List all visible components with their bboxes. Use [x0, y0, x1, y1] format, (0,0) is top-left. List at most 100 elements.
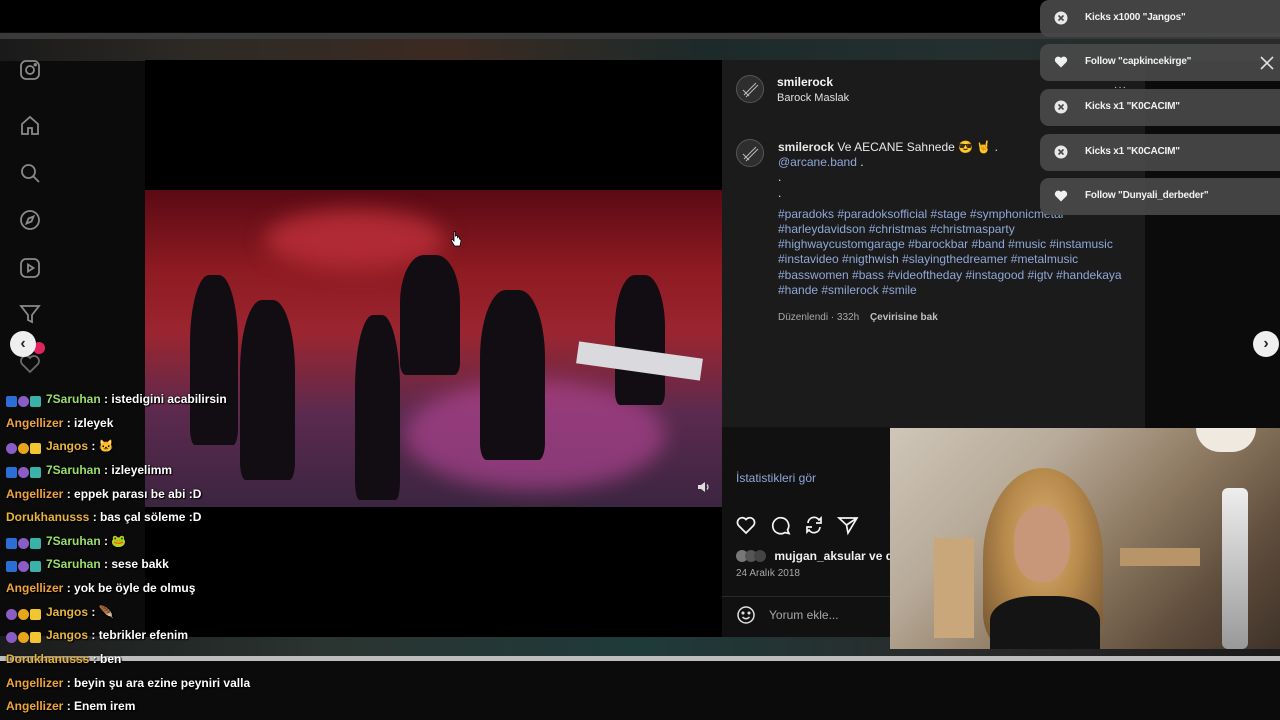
alert-text: Follow "Dunyali_derbeder": [1085, 190, 1209, 201]
author-subtitle[interactable]: Barock Maslak: [777, 92, 849, 104]
alert-text: Kicks x1 "K0CACIM": [1085, 101, 1180, 112]
likes-summary[interactable]: mujgan_aksular ve d: [736, 549, 893, 563]
chat-message: Jangos : tebrikler efenim: [6, 628, 188, 648]
notifications-icon[interactable]: [18, 302, 42, 326]
translate-link[interactable]: Çevirisine bak: [870, 312, 938, 323]
close-icon[interactable]: [1259, 55, 1275, 71]
chat-badges: [6, 536, 42, 550]
next-post-button[interactable]: ›: [1253, 331, 1279, 357]
chat-message: Angellizer : yok be öyle de olmuş: [6, 581, 196, 595]
chat-badges: [6, 607, 42, 621]
explore-icon[interactable]: [18, 208, 42, 232]
search-icon[interactable]: [18, 161, 42, 185]
chat-message: 7Saruhan : sese bakk: [6, 557, 169, 577]
heart-icon: [1054, 55, 1068, 69]
emoji-icon[interactable]: [736, 605, 756, 625]
streamer-webcam: [890, 428, 1280, 649]
chat-badges: [6, 441, 42, 455]
chat-message: Dorukhanusss : bas çal söleme :D: [6, 510, 202, 524]
hashtag-list[interactable]: #paradoks #paradoksofficial #stage #symp…: [778, 207, 1123, 298]
chat-text: tebrikler efenim: [98, 628, 189, 642]
chat-username[interactable]: Jangos: [46, 605, 88, 619]
instagram-icon[interactable]: [18, 58, 42, 82]
chat-badges: [6, 394, 42, 408]
chat-text: beyin şu ara ezine peyniri valla: [74, 676, 251, 690]
chat-username[interactable]: 7Saruhan: [46, 463, 101, 477]
likes-text: mujgan_aksular ve d: [774, 549, 894, 563]
caption-avatar[interactable]: [736, 139, 764, 167]
chat-message: 7Saruhan : izleyelimm: [6, 463, 172, 483]
chat-message: Angellizer : eppek parası be abi :D: [6, 487, 202, 501]
volume-icon[interactable]: [696, 479, 712, 495]
chat-message: Dorukhanusss : ben: [6, 652, 122, 666]
chat-message: 7Saruhan : 🐸: [6, 534, 126, 554]
alert-text: Kicks x1 "K0CACIM": [1085, 146, 1180, 157]
repost-icon[interactable]: [803, 514, 825, 536]
caption-username[interactable]: smilerock: [778, 140, 834, 154]
performer: [240, 300, 295, 480]
chat-text: izleyek: [74, 416, 114, 430]
alert-text: Follow "capkincekirge": [1085, 56, 1192, 67]
stream-alert: Kicks x1 "K0CACIM": [1040, 134, 1280, 171]
previous-post-button[interactable]: ‹: [10, 331, 36, 357]
chat-badges: [6, 630, 42, 644]
view-insights-link[interactable]: İstatistikleri gör: [736, 471, 816, 485]
caption-text: Ve AECANE Sahnede 😎 🤘 .: [834, 140, 999, 154]
performer: [190, 275, 238, 445]
chat-text: istedigini acabilirsin: [111, 392, 227, 406]
home-icon[interactable]: [18, 114, 42, 138]
mention-link[interactable]: @arcane.band: [778, 155, 857, 169]
liker-avatar: [754, 550, 766, 562]
share-icon[interactable]: [836, 514, 859, 536]
chat-username[interactable]: Angellizer: [6, 581, 63, 595]
chat-message: Angellizer : beyin şu ara ezine peyniri …: [6, 676, 251, 690]
comment-input-row[interactable]: Yorum ekle...: [722, 596, 890, 632]
chat-username[interactable]: Jangos: [46, 439, 88, 453]
chat-username[interactable]: Angellizer: [6, 699, 63, 713]
kick-icon: [1054, 11, 1068, 25]
author-username[interactable]: smilerock: [777, 75, 833, 89]
chat-username[interactable]: Angellizer: [6, 487, 63, 501]
like-icon[interactable]: [735, 514, 757, 536]
chat-username[interactable]: Angellizer: [6, 416, 63, 430]
chat-username[interactable]: Dorukhanusss: [6, 652, 89, 666]
heart-icon: [1054, 189, 1068, 203]
chat-text: izleyelimm: [111, 463, 173, 477]
author-avatar[interactable]: [736, 75, 764, 103]
media-lower-area: [145, 507, 722, 637]
comment-input[interactable]: Yorum ekle...: [769, 608, 839, 622]
chat-text: 🪶: [98, 605, 114, 619]
stream-alert: Kicks x1 "K0CACIM": [1040, 89, 1280, 126]
chat-badges: [6, 465, 42, 479]
streamer-body: [990, 596, 1100, 649]
chat-text: eppek parası be abi :D: [74, 487, 202, 501]
reels-icon[interactable]: [18, 256, 42, 280]
chat-username[interactable]: 7Saruhan: [46, 557, 101, 571]
shelf: [934, 538, 974, 638]
mention-suffix: .: [856, 155, 864, 170]
post-date: 24 Aralık 2018: [736, 568, 800, 579]
comment-icon[interactable]: [769, 514, 791, 536]
ceiling-lamp: [1196, 428, 1256, 452]
concert-video[interactable]: [145, 190, 722, 507]
performer: [615, 275, 665, 405]
stream-alert: Follow "Dunyali_derbeder": [1040, 178, 1280, 215]
chat-username[interactable]: Jangos: [46, 628, 88, 642]
stream-alert: Kicks x1000 "Jangos": [1040, 0, 1280, 37]
stream-alert: Follow "capkincekirge": [1040, 44, 1280, 81]
chat-message: Jangos : 🪶: [6, 605, 114, 625]
performer: [355, 315, 400, 500]
shelf: [1120, 548, 1200, 566]
chat-username[interactable]: Angellizer: [6, 676, 63, 690]
chat-username[interactable]: 7Saruhan: [46, 534, 101, 548]
chat-text: 🐸: [111, 534, 127, 548]
streamer-face: [1014, 506, 1070, 582]
chat-username[interactable]: Dorukhanusss: [6, 510, 89, 524]
chat-text: ben: [100, 652, 122, 666]
edited-timestamp: Düzenlendi · 332h: [778, 312, 860, 323]
kick-icon: [1054, 145, 1068, 159]
chat-text: sese bakk: [111, 557, 169, 571]
alert-text: Kicks x1000 "Jangos": [1085, 12, 1186, 23]
kick-icon: [1054, 100, 1068, 114]
chat-username[interactable]: 7Saruhan: [46, 392, 101, 406]
